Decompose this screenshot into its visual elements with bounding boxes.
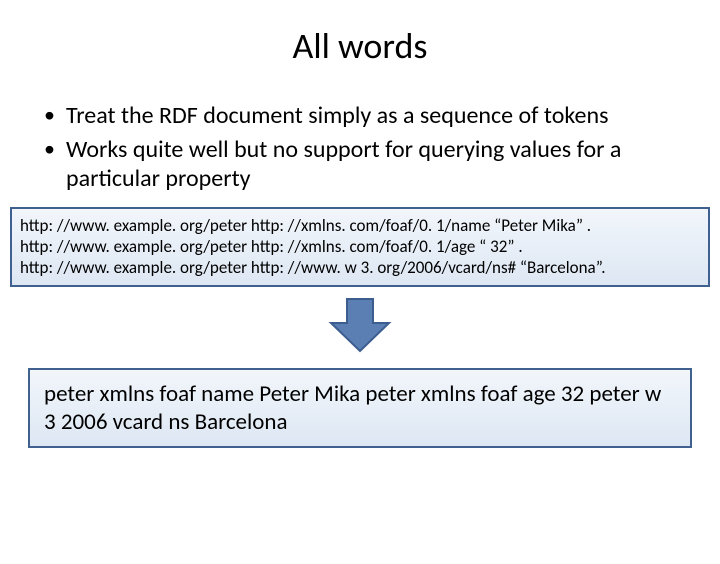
tokens-text: peter xmlns foaf name Peter Mika peter x… [44,380,661,436]
rdf-source-box: http: //www. example. org/peter http: //… [10,207,710,287]
rdf-line: http: //www. example. org/peter http: //… [20,236,700,257]
bullet-item: Treat the RDF document simply as a seque… [38,102,672,130]
rdf-line: http: //www. example. org/peter http: //… [20,215,700,236]
page-title: All words [0,24,720,68]
bullet-item: Works quite well but no support for quer… [38,136,672,193]
down-arrow-icon [325,297,395,353]
bullet-list: Treat the RDF document simply as a seque… [0,102,720,193]
rdf-line: http: //www. example. org/peter http: //… [20,257,700,278]
arrow-container [0,297,720,358]
tokens-output-box: peter xmlns foaf name Peter Mika peter x… [28,368,692,448]
slide: All words Treat the RDF document simply … [0,24,720,564]
